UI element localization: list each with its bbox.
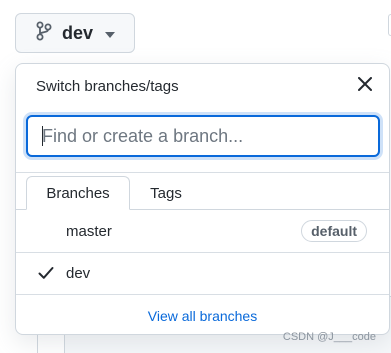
git-branch-icon (36, 21, 52, 46)
tab-branches[interactable]: Branches (26, 176, 130, 210)
branch-item-dev[interactable]: dev (16, 253, 389, 295)
popover-title: Switch branches/tags (36, 77, 179, 95)
view-all-branches-link[interactable]: View all branches (148, 308, 257, 324)
branch-name: master (66, 223, 112, 240)
close-icon (358, 76, 372, 96)
caret-down-icon (105, 25, 116, 43)
watermark: CSDN @J___code (282, 331, 376, 343)
tabs: Branches Tags (16, 176, 389, 210)
branch-name: dev (66, 265, 91, 282)
divider (16, 172, 389, 173)
default-badge: default (301, 220, 367, 242)
branch-switcher-popover: Switch branches/tags Branches Tags maste… (15, 63, 390, 335)
branch-select-button[interactable]: dev (15, 13, 135, 53)
branch-search-field[interactable] (26, 115, 380, 157)
tab-tags[interactable]: Tags (130, 176, 202, 210)
close-button[interactable] (353, 74, 377, 98)
popover-footer: View all branches (16, 296, 389, 334)
check-icon (38, 266, 54, 285)
text-cursor (42, 126, 43, 146)
current-branch-label: dev (62, 22, 94, 43)
popover-header: Switch branches/tags (16, 64, 389, 108)
branch-search-input[interactable] (28, 117, 378, 155)
branch-item-master[interactable]: master default (16, 211, 389, 253)
